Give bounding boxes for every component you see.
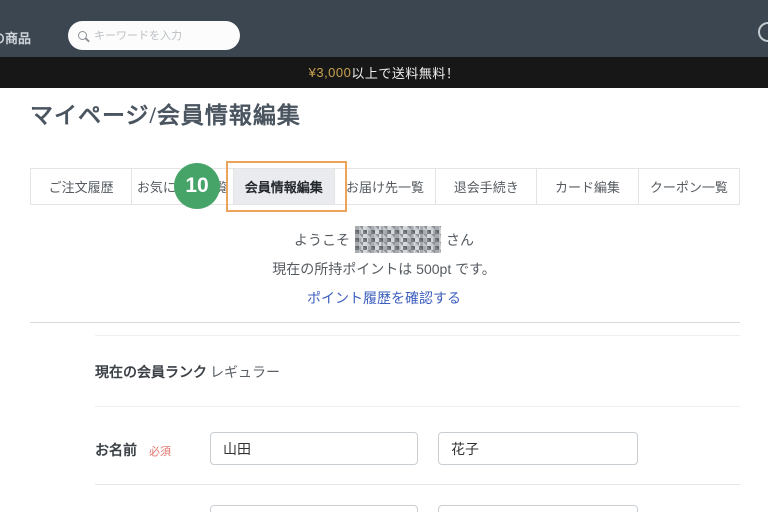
- tab-withdrawal[interactable]: 退会手続き: [435, 169, 536, 204]
- first-name-input[interactable]: [438, 432, 638, 465]
- tab-order-history[interactable]: ご注文履歴: [31, 169, 131, 204]
- banner-amount: ¥3,000: [309, 65, 352, 80]
- required-badge: 必須: [149, 443, 171, 459]
- last-name-input[interactable]: [210, 432, 418, 465]
- kana-last-name-input[interactable]: [210, 505, 418, 512]
- welcome-prefix: ようこそ: [294, 230, 350, 250]
- form-row-divider: [95, 406, 740, 407]
- points-history-link[interactable]: ポイント履歴を確認する: [0, 288, 768, 308]
- tab-coupons[interactable]: クーポン一覧: [638, 169, 739, 204]
- censored-username: [355, 226, 441, 253]
- kana-first-name-input[interactable]: [438, 505, 638, 512]
- shipping-banner: ¥3,000以上で送料無料！: [0, 57, 768, 88]
- tab-shipping-addresses[interactable]: お届け先一覧: [334, 169, 435, 204]
- member-rank-label: 現在の会員ランク: [95, 362, 207, 382]
- name-label: お名前: [95, 440, 137, 460]
- account-tab-bar: ご注文履歴 お気に入り一覧 会員情報編集 お届け先一覧 退会手続き カード編集 …: [30, 168, 740, 205]
- search-input[interactable]: [94, 30, 214, 42]
- form-row-divider: [95, 484, 740, 485]
- account-icon[interactable]: [758, 22, 768, 42]
- form-row-divider: [95, 335, 740, 336]
- page: の商品 ∨ ¥3,000以上で送料無料！ マイページ/会員情報編集 ご注文履歴 …: [0, 0, 768, 512]
- welcome-suffix: さん: [446, 230, 474, 250]
- highlight-rectangle: [226, 161, 347, 212]
- tab-card-edit[interactable]: カード編集: [536, 169, 637, 204]
- search-bar[interactable]: [68, 21, 240, 50]
- banner-text: 以上で送料無料！: [351, 63, 459, 82]
- category-selector-label[interactable]: の商品: [0, 28, 31, 47]
- top-header: の商品 ∨: [0, 0, 768, 57]
- section-divider: [30, 322, 740, 323]
- member-rank-value: レギュラー: [210, 362, 280, 382]
- page-title: マイページ/会員情報編集: [30, 96, 301, 130]
- points-balance-text: 現在の所持ポイントは 500pt です。: [0, 259, 768, 279]
- welcome-message: ようこそ さん: [0, 226, 768, 253]
- search-icon: [78, 31, 87, 40]
- step-number-badge: 10: [174, 163, 220, 209]
